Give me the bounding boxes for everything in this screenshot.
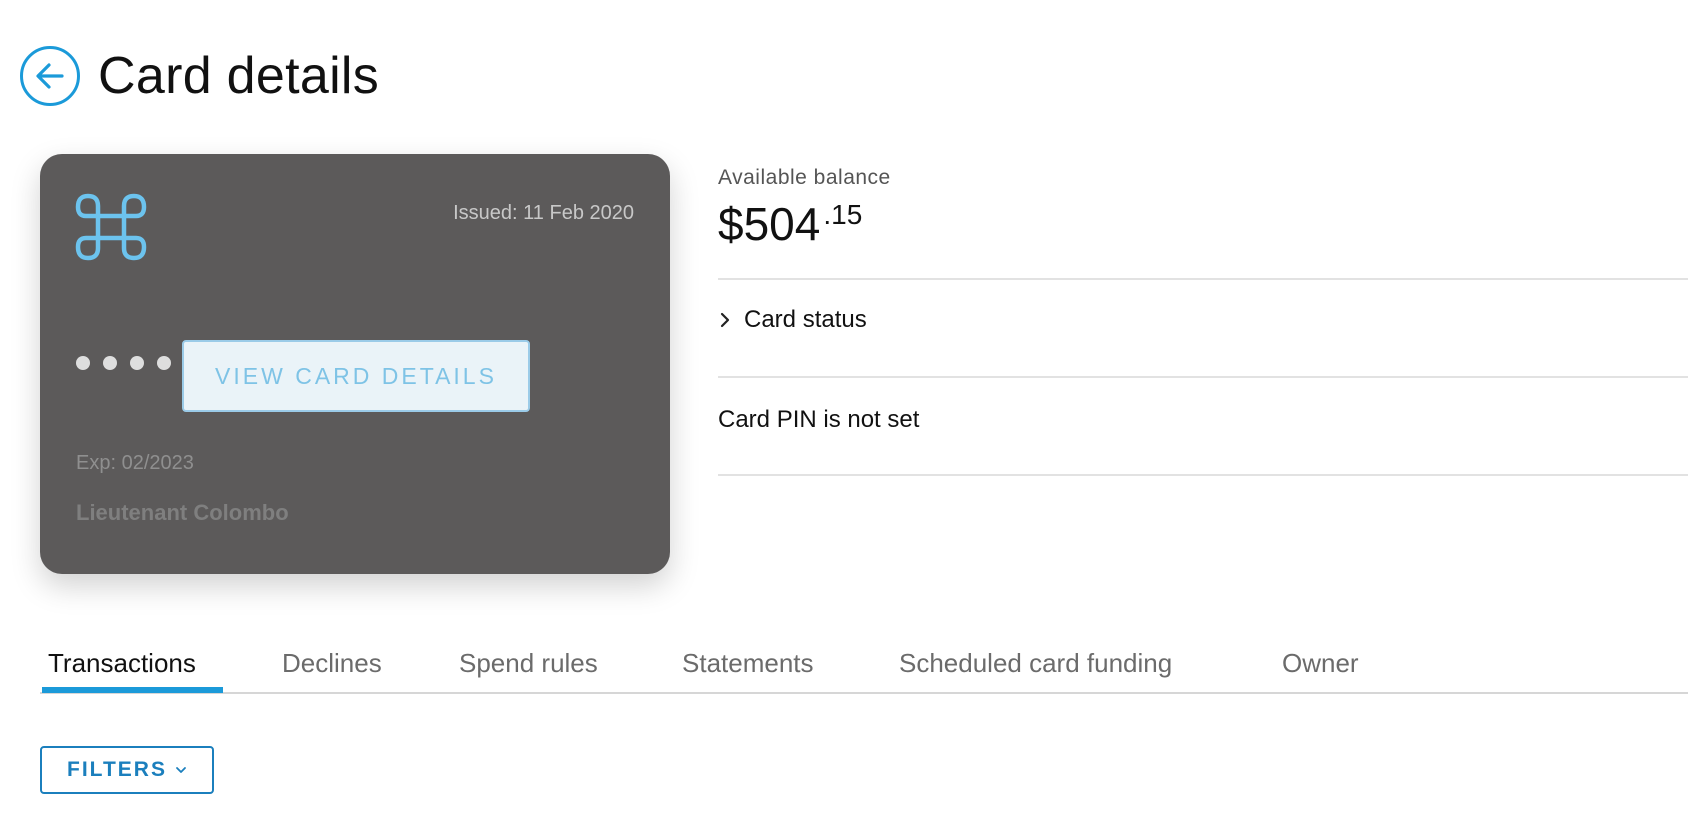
filters-label: FILTERS xyxy=(67,758,167,781)
tab-transactions[interactable]: Transactions xyxy=(48,648,196,679)
filters-button[interactable]: FILTERS xyxy=(40,746,214,794)
command-key-logo-icon xyxy=(75,193,147,261)
chevron-right-icon xyxy=(720,312,730,328)
payment-card: Issued: 11 Feb 2020 VIEW CARD DETAILS Ex… xyxy=(40,154,670,574)
divider xyxy=(718,278,1688,280)
tab-owner[interactable]: Owner xyxy=(1282,648,1359,679)
back-button[interactable] xyxy=(20,46,80,106)
back-arrow-icon xyxy=(36,63,64,89)
page-title: Card details xyxy=(98,47,380,105)
tab-spend-rules[interactable]: Spend rules xyxy=(459,648,598,679)
card-status-row[interactable]: Card status xyxy=(718,306,867,334)
tab-scheduled-card-funding[interactable]: Scheduled card funding xyxy=(899,648,1172,679)
tab-bar: Transactions Declines Spend rules Statem… xyxy=(40,640,1688,694)
mask-dot xyxy=(76,356,90,370)
card-status-label: Card status xyxy=(744,306,867,333)
divider xyxy=(718,376,1688,378)
mask-dot xyxy=(157,356,171,370)
mask-dot xyxy=(130,356,144,370)
balance-main: $504 xyxy=(718,198,821,250)
view-card-details-button[interactable]: VIEW CARD DETAILS xyxy=(182,340,530,412)
card-issued-date: Issued: 11 Feb 2020 xyxy=(453,202,634,224)
chevron-down-icon xyxy=(176,767,186,773)
tab-declines[interactable]: Declines xyxy=(282,648,382,679)
mask-dot xyxy=(103,356,117,370)
card-details-page: Card details Issued: 11 Feb 2020 VIEW CA… xyxy=(0,0,1688,834)
page-header: Card details xyxy=(20,46,379,106)
divider xyxy=(718,474,1688,476)
card-pin-status: Card PIN is not set xyxy=(718,406,920,433)
active-tab-indicator xyxy=(42,687,223,693)
card-info-panel: Available balance $504 .15 Card status C… xyxy=(718,166,1688,476)
balance-label: Available balance xyxy=(718,166,891,189)
masked-card-number xyxy=(76,356,171,370)
balance-amount: $504 .15 xyxy=(718,196,1688,252)
balance-cents: .15 xyxy=(823,199,863,230)
tab-statements[interactable]: Statements xyxy=(682,648,814,679)
card-expiry: Exp: 02/2023 xyxy=(76,452,194,474)
card-holder-name: Lieutenant Colombo xyxy=(76,500,289,525)
